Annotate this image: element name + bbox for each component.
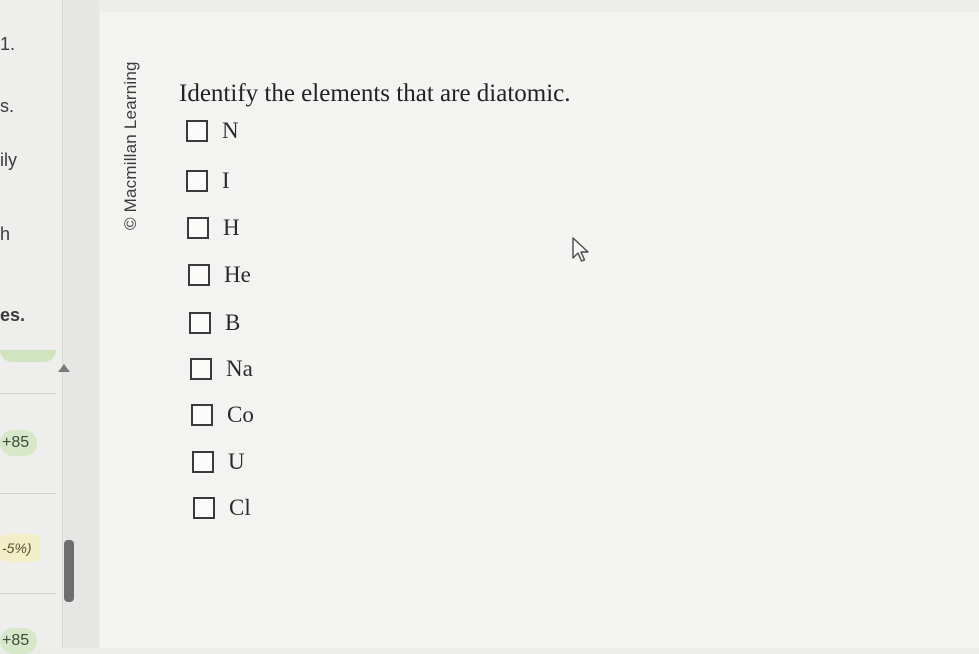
mouse-pointer-icon [572,237,589,262]
checkbox[interactable] [186,170,208,192]
option-label: Cl [229,495,251,520]
sidebar-fragment: 1. [0,34,16,54]
option-cl[interactable]: Cl [193,495,251,521]
divider [0,493,56,494]
sidebar-highlight [0,350,56,362]
option-label: I [222,168,230,193]
option-u[interactable]: U [192,449,245,475]
left-sidebar: 1. s. ily h es. +85 -5%) +85 [0,0,63,654]
checkbox[interactable] [191,404,213,426]
score-badge: +85 [0,628,38,654]
checkbox[interactable] [189,312,211,334]
copyright-label: © Macmillan Learning [121,61,140,230]
option-i[interactable]: I [186,168,230,194]
option-h[interactable]: H [187,215,240,241]
sidebar-fragment: s. [0,96,15,116]
option-b[interactable]: B [189,310,240,336]
question-prompt: Identify the elements that are diatomic. [179,80,571,107]
option-co[interactable]: Co [191,402,254,428]
option-na[interactable]: Na [190,356,253,382]
sidebar-fragment: h [0,224,11,244]
scrollbar-thumb[interactable] [64,540,74,602]
scroll-up-arrow-icon[interactable] [58,364,70,372]
option-label: H [223,215,240,240]
checkbox[interactable] [188,264,210,286]
checkbox[interactable] [190,358,212,380]
option-label: B [225,310,241,335]
sidebar-fragment: es. [0,305,26,325]
option-label: N [222,118,239,143]
score-badge: +85 [0,430,38,456]
checkbox[interactable] [187,217,209,239]
divider [0,593,56,594]
option-he[interactable]: He [188,262,251,288]
option-label: Na [226,356,253,381]
checkbox[interactable] [193,497,215,519]
percent-badge: -5%) [0,534,40,562]
checkbox[interactable] [186,120,208,142]
divider [0,393,56,394]
option-label: Co [227,402,254,427]
option-n[interactable]: N [186,118,239,144]
sidebar-fragment: ily [0,150,17,170]
checkbox[interactable] [192,451,214,473]
option-label: U [228,449,245,474]
option-label: He [224,262,251,287]
